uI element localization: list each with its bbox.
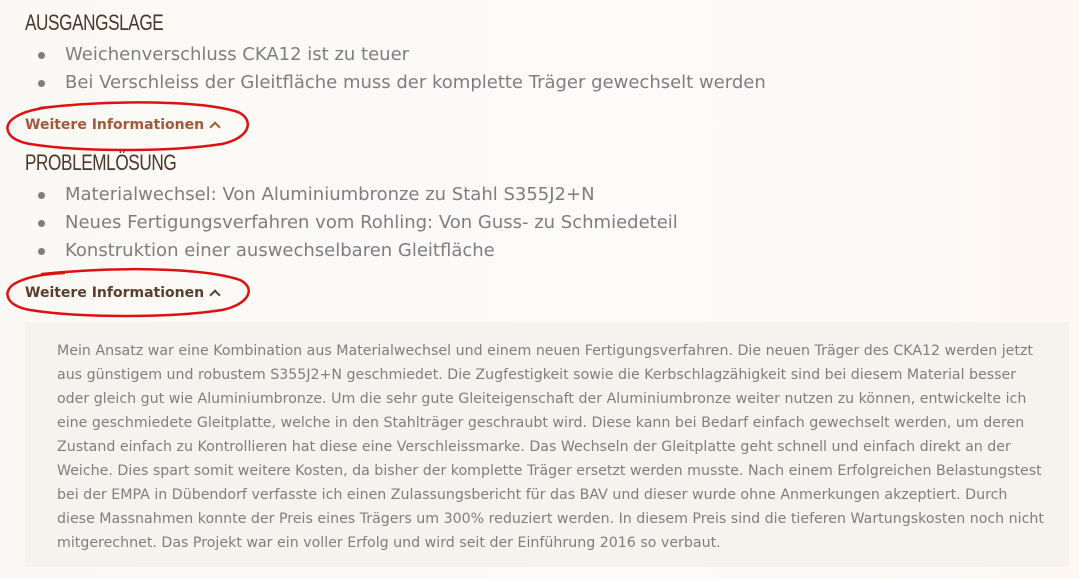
more-info-label: Weitere Informationen bbox=[25, 117, 205, 133]
list-item: Weichenverschluss CKA12 ist zu teuer bbox=[0, 41, 766, 69]
list-item: Bei Verschleiss der Gleitfläche muss der… bbox=[0, 69, 766, 97]
list-item: Konstruktion einer auswechselbaren Gleit… bbox=[0, 237, 678, 265]
list-item-text: Bei Verschleiss der Gleitfläche muss der… bbox=[65, 72, 766, 93]
section-heading-ausgangslage: AUSGANGSLAGE bbox=[25, 10, 164, 35]
bullet-dot bbox=[38, 52, 45, 59]
chevron-up-icon bbox=[209, 121, 221, 133]
section-heading-problemloesung: PROBLEMLÖSUNG bbox=[25, 150, 177, 175]
bullet-dot bbox=[38, 248, 45, 255]
list-item-text: Neues Fertigungsverfahren vom Rohling: V… bbox=[65, 212, 678, 233]
page: AUSGANGSLAGE Weichenverschluss CKA12 ist… bbox=[0, 0, 1079, 579]
details-panel: Mein Ansatz war eine Kombination aus Mat… bbox=[25, 322, 1069, 567]
list-item: Neues Fertigungsverfahren vom Rohling: V… bbox=[0, 209, 678, 237]
details-text: Mein Ansatz war eine Kombination aus Mat… bbox=[57, 343, 1044, 551]
chevron-up-icon bbox=[209, 289, 221, 301]
bullet-list-problemloesung: Materialwechsel: Von Aluminiumbronze zu … bbox=[0, 181, 678, 265]
list-item-text: Weichenverschluss CKA12 ist zu teuer bbox=[65, 44, 410, 65]
list-item-text: Konstruktion einer auswechselbaren Gleit… bbox=[65, 240, 495, 261]
bullet-dot bbox=[38, 192, 45, 199]
list-item-text: Materialwechsel: Von Aluminiumbronze zu … bbox=[65, 184, 595, 205]
list-item: Materialwechsel: Von Aluminiumbronze zu … bbox=[0, 181, 678, 209]
more-info-toggle-problemloesung[interactable]: Weitere Informationen bbox=[25, 285, 221, 301]
bullet-list-ausgangslage: Weichenverschluss CKA12 ist zu teuer Bei… bbox=[0, 41, 766, 97]
more-info-toggle-ausgangslage[interactable]: Weitere Informationen bbox=[25, 117, 221, 133]
bullet-dot bbox=[38, 220, 45, 227]
more-info-label: Weitere Informationen bbox=[25, 285, 205, 301]
bullet-dot bbox=[38, 80, 45, 87]
